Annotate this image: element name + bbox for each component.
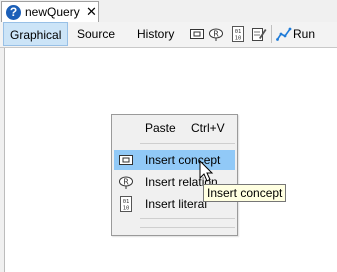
tab-source[interactable]: Source: [71, 22, 121, 46]
svg-text:01: 01: [123, 199, 130, 205]
mouse-cursor-icon: [199, 160, 214, 182]
svg-text:10: 10: [123, 206, 130, 212]
menu-separator: [140, 143, 235, 144]
literal-icon[interactable]: 01 10: [230, 26, 246, 42]
tab-graphical-label: Graphical: [10, 28, 62, 42]
concept-icon: [119, 155, 133, 165]
svg-text:10: 10: [235, 36, 242, 42]
menu-item-paste[interactable]: Paste Ctrl+V: [114, 118, 235, 138]
relation-icon[interactable]: R: [208, 26, 224, 42]
tooltip: Insert concept: [203, 184, 287, 202]
query-toolbar: Graphical Source History R 01 10 Run lay…: [0, 22, 337, 65]
menu-item-insert-literal-label: Insert literal: [145, 197, 208, 211]
menu-separator: [140, 227, 235, 228]
menu-item-insert-concept[interactable]: Insert concept: [114, 150, 235, 170]
document-tab-title: newQuery: [25, 5, 80, 19]
svg-text:R: R: [213, 30, 219, 39]
tab-history[interactable]: History: [131, 22, 180, 46]
close-icon[interactable]: ✕: [86, 4, 97, 19]
edit-icon[interactable]: [251, 26, 267, 42]
concept-icon[interactable]: [189, 26, 205, 42]
toolbar-separator: [271, 25, 272, 43]
document-tab-bar: ? newQuery ✕: [0, 0, 337, 23]
menu-item-paste-shortcut: Ctrl+V: [191, 121, 225, 135]
help-icon: ?: [6, 5, 21, 20]
tab-source-label: Source: [77, 27, 116, 41]
run-layout-button[interactable]: Run layou: [287, 22, 337, 65]
menu-item-paste-label: Paste: [145, 121, 176, 135]
svg-text:01: 01: [235, 29, 242, 35]
menu-separator: [140, 218, 235, 219]
relation-icon: R: [119, 176, 133, 189]
document-tab[interactable]: ? newQuery ✕: [1, 1, 99, 22]
svg-text:R: R: [123, 178, 129, 187]
tab-graphical[interactable]: Graphical: [3, 22, 69, 46]
tab-history-label: History: [137, 27, 175, 41]
literal-icon: 01 10: [120, 196, 132, 212]
context-menu: Paste Ctrl+V Insert concept R Insert rel…: [111, 114, 238, 236]
